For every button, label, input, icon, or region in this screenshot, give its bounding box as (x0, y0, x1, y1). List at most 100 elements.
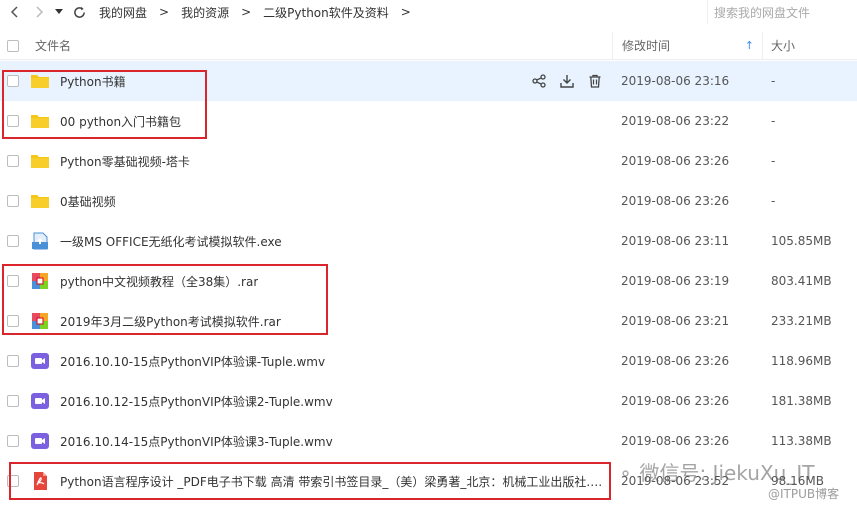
file-modified-time: 2019-08-06 23:26 (621, 394, 730, 408)
breadcrumb-item[interactable]: 二级Python软件及资料 (263, 4, 389, 21)
breadcrumb: 我的网盘 > 我的资源 > 二级Python软件及资料 > (99, 4, 423, 21)
caret-down-icon (55, 9, 63, 14)
row-checkbox[interactable] (7, 195, 19, 207)
table-row[interactable]: Python零基础视频-塔卡 2019-08-06 23:26 - (0, 141, 857, 181)
table-row[interactable]: python中文视频教程（全38集）.rar 2019-08-06 23:19 … (0, 261, 857, 301)
file-modified-time: 2019-08-06 23:26 (621, 154, 730, 168)
column-header-size[interactable]: 大小 (762, 31, 857, 60)
breadcrumb-item[interactable]: 我的网盘 (99, 4, 147, 21)
file-name[interactable]: 2016.10.10-15点PythonVIP体验课-Tuple.wmv (60, 353, 325, 370)
file-size: - (771, 154, 776, 168)
row-checkbox[interactable] (7, 355, 19, 367)
row-checkbox[interactable] (7, 475, 19, 487)
select-all-checkbox[interactable] (7, 40, 19, 52)
back-button[interactable] (3, 0, 27, 24)
row-actions (531, 73, 603, 89)
delete-button[interactable] (587, 73, 603, 89)
column-header-size-label: 大小 (771, 39, 796, 53)
file-size: - (771, 194, 776, 208)
table-row[interactable]: 2016.10.14-15点PythonVIP体验课3-Tuple.wmv 20… (0, 421, 857, 461)
table-row[interactable]: 2016.10.12-15点PythonVIP体验课2-Tuple.wmv 20… (0, 381, 857, 421)
watermark-text: 微信号: JiekuXu_IT (639, 461, 815, 485)
table-row[interactable]: 00 python入门书籍包 2019-08-06 23:22 - (0, 101, 857, 141)
watermark: ⚬ 微信号: JiekuXu_IT (618, 457, 814, 486)
file-modified-time: 2019-08-06 23:16 (621, 74, 730, 88)
pdf-file-icon (34, 472, 47, 490)
file-size: 113.38MB (771, 434, 832, 448)
file-size: - (771, 74, 776, 88)
column-header-time[interactable]: 修改时间 ↑ (612, 31, 762, 60)
file-name[interactable]: 2016.10.12-15点PythonVIP体验课2-Tuple.wmv (60, 393, 333, 410)
download-icon (560, 75, 574, 88)
file-size: 233.21MB (771, 314, 832, 328)
watermark-blog: @ITPUB博客 (768, 487, 840, 501)
folder-icon (31, 115, 49, 128)
chevron-left-icon (10, 6, 18, 18)
history-dropdown-button[interactable] (51, 0, 67, 24)
file-list-header: 文件名 修改时间 ↑ 大小 (0, 31, 857, 60)
file-name[interactable]: 2019年3月二级Python考试模拟软件.rar (60, 313, 281, 330)
refresh-icon (73, 6, 85, 18)
share-button[interactable] (531, 73, 547, 89)
forward-button[interactable] (27, 0, 51, 24)
row-checkbox[interactable] (7, 75, 19, 87)
row-checkbox[interactable] (7, 275, 19, 287)
video-file-icon (31, 433, 49, 449)
column-header-time-label: 修改时间 (622, 39, 671, 53)
table-row[interactable]: 0基础视频 2019-08-06 23:26 - (0, 181, 857, 221)
file-name[interactable]: 00 python入门书籍包 (60, 113, 181, 130)
file-modified-time: 2019-08-06 23:26 (621, 434, 730, 448)
file-name[interactable]: 一级MS OFFICE无纸化考试模拟软件.exe (60, 233, 282, 250)
row-checkbox[interactable] (7, 155, 19, 167)
row-checkbox[interactable] (7, 395, 19, 407)
file-name[interactable]: python中文视频教程（全38集）.rar (60, 273, 258, 290)
sort-arrow-up-icon: ↑ (744, 39, 754, 52)
breadcrumb-separator-icon: > (241, 5, 252, 19)
row-checkbox[interactable] (7, 315, 19, 327)
archive-icon (32, 273, 48, 289)
file-modified-time: 2019-08-06 23:21 (621, 314, 730, 328)
file-size: 105.85MB (771, 234, 832, 248)
refresh-button[interactable] (67, 0, 91, 24)
video-file-icon (31, 393, 49, 409)
row-checkbox[interactable] (7, 435, 19, 447)
table-row[interactable]: Python书籍 2019-08-06 23:16 - (0, 61, 857, 101)
file-name[interactable]: Python零基础视频-塔卡 (60, 153, 190, 170)
file-modified-time: 2019-08-06 23:11 (621, 234, 730, 248)
trash-icon (589, 74, 601, 88)
video-file-icon (31, 353, 49, 369)
table-row[interactable]: 2019年3月二级Python考试模拟软件.rar 2019-08-06 23:… (0, 301, 857, 341)
toolbar: 我的网盘 > 我的资源 > 二级Python软件及资料 > 搜索我的网盘文件 (0, 0, 857, 24)
file-list: Python书籍 2019-08-06 23:16 - 00 python入门书… (0, 61, 857, 501)
wechat-icon: ⚬ (618, 464, 634, 485)
folder-icon (31, 75, 49, 88)
search-placeholder: 搜索我的网盘文件 (714, 5, 811, 20)
table-row[interactable]: 一级MS OFFICE无纸化考试模拟软件.exe 2019-08-06 23:1… (0, 221, 857, 261)
file-modified-time: 2019-08-06 23:22 (621, 114, 730, 128)
file-name[interactable]: Python语言程序设计 _PDF电子书下载 高清 带索引书签目录_（美）梁勇著… (60, 473, 605, 490)
folder-icon (31, 195, 49, 208)
file-modified-time: 2019-08-06 23:26 (621, 354, 730, 368)
breadcrumb-item[interactable]: 我的资源 (181, 4, 229, 21)
breadcrumb-separator-icon: > (400, 5, 411, 19)
file-size: 181.38MB (771, 394, 832, 408)
download-button[interactable] (559, 73, 575, 89)
file-size: 118.96MB (771, 354, 832, 368)
column-header-name[interactable]: 文件名 (35, 37, 71, 54)
table-row[interactable]: 2016.10.10-15点PythonVIP体验课-Tuple.wmv 201… (0, 341, 857, 381)
archive-icon (32, 313, 48, 329)
search-input[interactable]: 搜索我的网盘文件 (707, 0, 857, 24)
file-name[interactable]: 0基础视频 (60, 193, 116, 210)
file-name[interactable]: 2016.10.14-15点PythonVIP体验课3-Tuple.wmv (60, 433, 333, 450)
file-size: - (771, 114, 776, 128)
file-modified-time: 2019-08-06 23:19 (621, 274, 730, 288)
share-icon (532, 74, 546, 88)
row-checkbox[interactable] (7, 115, 19, 127)
breadcrumb-separator-icon: > (159, 5, 170, 19)
chevron-right-icon (36, 6, 44, 18)
file-name[interactable]: Python书籍 (60, 73, 126, 90)
file-size: 803.41MB (771, 274, 832, 288)
file-modified-time: 2019-08-06 23:26 (621, 194, 730, 208)
folder-icon (31, 155, 49, 168)
row-checkbox[interactable] (7, 235, 19, 247)
